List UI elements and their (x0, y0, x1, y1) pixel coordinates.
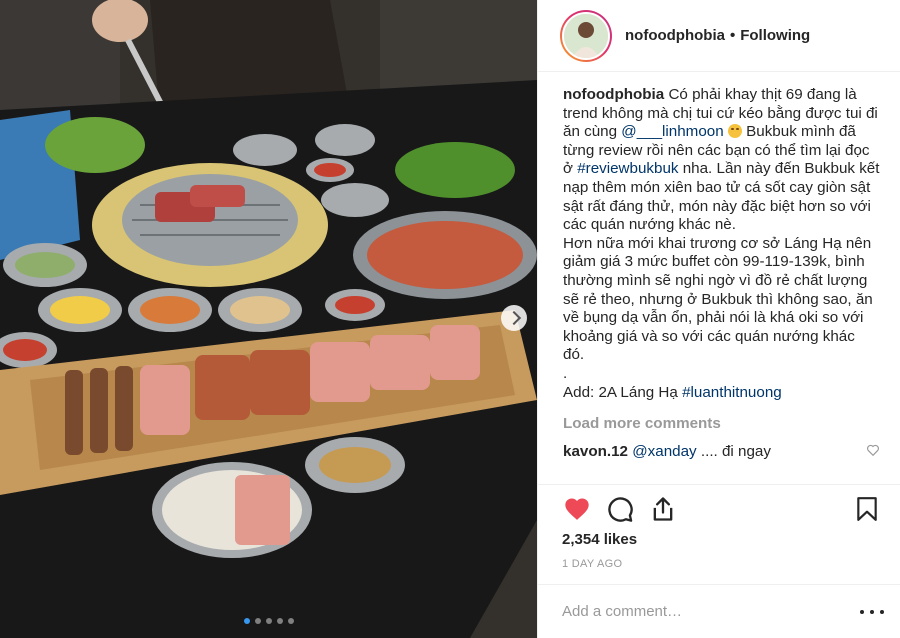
load-more-comments-button[interactable]: Load more comments (563, 415, 880, 434)
post-caption: nofoodphobia Có phải khay thịt 69 đang l… (563, 86, 880, 402)
hashtag-luanthitnuong[interactable]: #luanthitnuong (682, 384, 782, 401)
post-timestamp[interactable]: 1 DAY AGO (562, 558, 622, 570)
mention-link[interactable]: @___linhmoon (621, 123, 723, 140)
carousel-dots (0, 618, 537, 624)
header-separator: • (729, 27, 736, 44)
carousel-dot (254, 618, 261, 624)
add-comment-input[interactable] (562, 603, 860, 620)
username-link[interactable]: nofoodphobia (625, 27, 725, 44)
like-button[interactable] (560, 492, 594, 526)
post-photo[interactable] (0, 0, 537, 638)
action-bar (538, 484, 900, 532)
add-comment-bar (538, 584, 900, 638)
korean-bbq-table-photo (0, 0, 537, 638)
carousel-dot (287, 618, 294, 624)
carousel-dot (243, 618, 250, 624)
smiling-face-emoji-icon (727, 124, 742, 139)
comment-button[interactable] (603, 492, 637, 526)
bookmark-icon (857, 496, 877, 521)
comment-like-heart-icon[interactable] (866, 443, 880, 457)
avatar-image (564, 13, 608, 58)
caption-username[interactable]: nofoodphobia (563, 86, 664, 103)
heart-icon (565, 498, 589, 520)
comment-username[interactable]: kavon.12 (563, 443, 628, 460)
hashtag-reviewbukbuk[interactable]: #reviewbukbuk (577, 160, 678, 177)
carousel-dot (276, 618, 283, 624)
comment-mention[interactable]: @xanday (632, 443, 696, 460)
comment-item: kavon.12 @xanday .... đi ngay (563, 443, 880, 462)
following-button[interactable]: Following (740, 27, 810, 44)
share-button[interactable] (646, 492, 680, 526)
likes-count[interactable]: 2,354 likes (562, 531, 637, 548)
save-button[interactable] (850, 492, 884, 526)
carousel-next-button[interactable] (501, 305, 527, 331)
caption-paragraph-3: . (563, 364, 568, 382)
avatar[interactable] (560, 9, 612, 62)
carousel-dot (265, 618, 272, 624)
caption-paragraph-2: Hơn nữa mới khai trương cơ sở Láng Hạ nê… (563, 234, 873, 364)
comments-section: nofoodphobia Có phải khay thịt 69 đang l… (563, 86, 880, 484)
caption-address: Add: 2A Láng Hạ (563, 383, 683, 401)
post-details-panel: nofoodphobia • Following nofoodphobia Có… (537, 0, 900, 638)
post-header: nofoodphobia • Following (538, 0, 900, 72)
comment-icon (608, 496, 633, 522)
comment-text: .... đi ngay (696, 442, 771, 460)
share-icon (653, 496, 673, 521)
more-options-icon[interactable] (860, 602, 884, 622)
